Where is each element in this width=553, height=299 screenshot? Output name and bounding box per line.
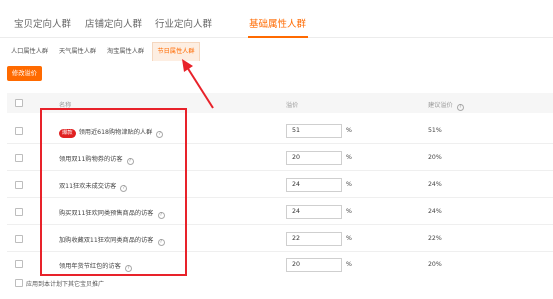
- row-name-label: 领用双11购物券的访客: [59, 156, 123, 163]
- active-tab-indicator: [248, 36, 308, 38]
- percent-unit: %: [346, 154, 352, 161]
- row-name: 购买双11狂欢同类预售商品的访客?: [59, 208, 165, 219]
- subtab-holiday[interactable]: 节日属性人群: [152, 42, 200, 61]
- suggested-premium: 51%: [428, 127, 442, 134]
- suggested-premium: 20%: [428, 261, 442, 268]
- hot-badge: 爆款: [59, 129, 76, 138]
- header-name: 名称: [59, 102, 72, 109]
- help-icon[interactable]: ?: [157, 212, 165, 219]
- premium-input[interactable]: 51: [286, 124, 342, 138]
- row-name: 领用年货节红包的访客?: [59, 261, 132, 272]
- table-row: 购买双11狂欢同类预售商品的访客? 24 % 24%: [7, 199, 553, 225]
- apply-to-others-label: 应用到本计划下其它宝贝推广: [26, 281, 105, 288]
- row-checkbox[interactable]: [15, 260, 23, 268]
- row-checkbox[interactable]: [15, 154, 23, 162]
- table-row: 领用双11购物券的访客? 20 % 20%: [7, 145, 553, 171]
- suggested-premium: 24%: [428, 208, 442, 215]
- table-row: 爆款 领用近618购物津贴的人群? 51 % 51%: [7, 118, 553, 144]
- row-name-label: 领用近618购物津贴的人群: [78, 129, 153, 136]
- subtab-weather[interactable]: 天气属性人群: [59, 42, 96, 61]
- premium-input[interactable]: 20: [286, 258, 342, 272]
- row-name-label: 加购收藏双11狂欢同类商品的访客: [59, 237, 154, 244]
- top-tab-bar: 宝贝定向人群 店铺定向人群 行业定向人群 基础属性人群: [0, 0, 553, 38]
- header-premium: 溢价: [286, 102, 299, 109]
- select-all-checkbox[interactable]: [15, 99, 23, 107]
- row-name: 加购收藏双11狂欢同类商品的访客?: [59, 235, 165, 246]
- percent-unit: %: [346, 261, 352, 268]
- percent-unit: %: [346, 235, 352, 242]
- sub-tab-bar: 人口属性人群 天气属性人群 淘宝属性人群 节日属性人群: [7, 42, 553, 61]
- row-checkbox[interactable]: [15, 208, 23, 216]
- help-icon[interactable]: ?: [456, 104, 464, 111]
- table-row: 双11狂欢未成交访客? 24 % 24%: [7, 172, 553, 198]
- premium-input[interactable]: 22: [286, 232, 342, 246]
- header-suggested: 建议溢价?: [428, 100, 464, 111]
- percent-unit: %: [346, 127, 352, 134]
- tab-basic-attributes[interactable]: 基础属性人群: [249, 16, 306, 30]
- suggested-premium: 20%: [428, 154, 442, 161]
- apply-to-others-checkbox[interactable]: [15, 279, 23, 287]
- help-icon[interactable]: ?: [120, 185, 128, 192]
- subtab-taobao[interactable]: 淘宝属性人群: [107, 42, 144, 61]
- row-name: 双11狂欢未成交访客?: [59, 181, 128, 192]
- percent-unit: %: [346, 208, 352, 215]
- table-header: 名称 溢价 建议溢价?: [7, 93, 553, 113]
- row-checkbox[interactable]: [15, 181, 23, 189]
- tab-item-targeting[interactable]: 宝贝定向人群: [14, 16, 71, 30]
- help-icon[interactable]: ?: [126, 158, 134, 165]
- row-checkbox[interactable]: [15, 235, 23, 243]
- table-row: 领用年货节红包的访客? 20 % 20%: [7, 253, 553, 272]
- premium-input[interactable]: 24: [286, 205, 342, 219]
- row-name: 爆款 领用近618购物津贴的人群?: [59, 127, 164, 138]
- row-name-label: 购买双11狂欢同类预售商品的访客: [59, 210, 154, 217]
- tab-industry-targeting[interactable]: 行业定向人群: [155, 16, 212, 30]
- help-icon[interactable]: ?: [156, 131, 164, 138]
- suggested-premium: 24%: [428, 181, 442, 188]
- tab-shop-targeting[interactable]: 店铺定向人群: [85, 16, 142, 30]
- row-name-label: 双11狂欢未成交访客: [59, 183, 117, 190]
- modify-premium-button[interactable]: 修改溢价: [7, 66, 42, 81]
- row-name: 领用双11购物券的访客?: [59, 154, 134, 165]
- row-name-label: 领用年货节红包的访客: [59, 263, 121, 270]
- premium-input[interactable]: 24: [286, 178, 342, 192]
- table-row: 加购收藏双11狂欢同类商品的访客? 22 % 22%: [7, 226, 553, 252]
- help-icon[interactable]: ?: [157, 239, 165, 246]
- help-icon[interactable]: ?: [124, 265, 132, 272]
- subtab-demographic[interactable]: 人口属性人群: [11, 42, 48, 61]
- suggested-premium: 22%: [428, 235, 442, 242]
- header-suggested-label: 建议溢价: [428, 102, 453, 109]
- premium-input[interactable]: 20: [286, 151, 342, 165]
- percent-unit: %: [346, 181, 352, 188]
- row-checkbox[interactable]: [15, 127, 23, 135]
